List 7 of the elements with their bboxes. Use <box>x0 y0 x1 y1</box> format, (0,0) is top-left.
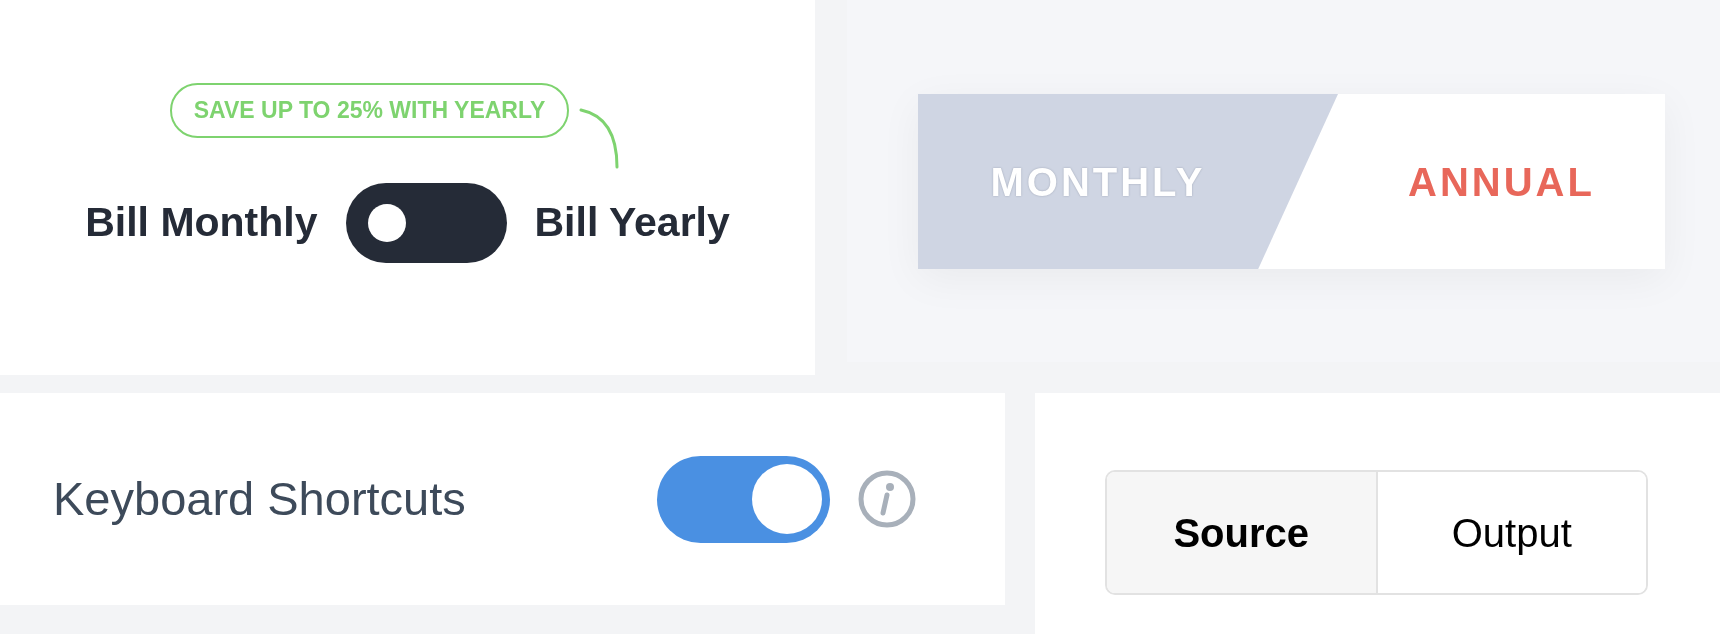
setting-label: Keyboard Shortcuts <box>53 470 467 527</box>
savings-badge: SAVE UP TO 25% WITH YEARLY <box>169 83 570 138</box>
yearly-label: Bill Yearly <box>534 198 730 248</box>
view-tab[interactable]: Output <box>1375 472 1646 593</box>
info-icon[interactable] <box>857 469 917 529</box>
monthly-label: Bill Monthly <box>85 198 318 248</box>
view-tab[interactable]: Source <box>1107 472 1376 593</box>
